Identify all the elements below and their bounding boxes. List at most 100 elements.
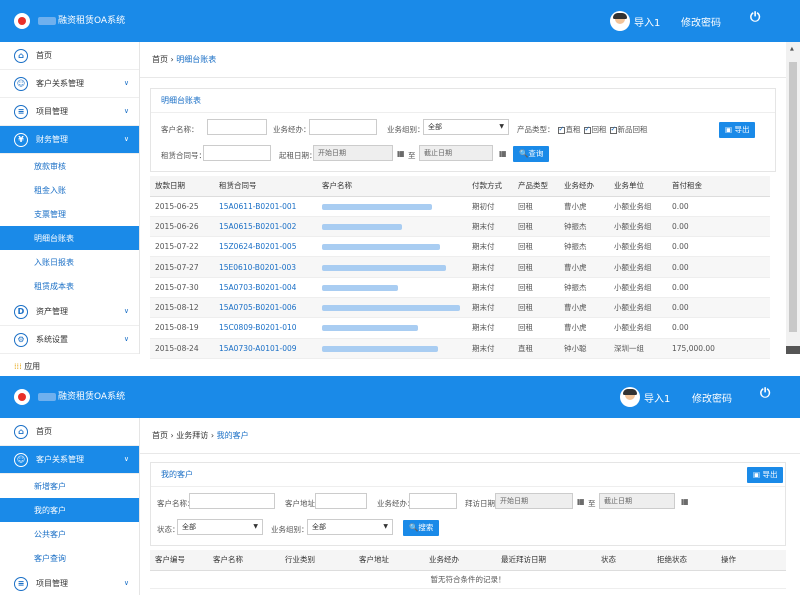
customer-name-cell [317,277,467,298]
address-input[interactable] [315,493,367,509]
contract-link[interactable]: 15C0809-B0201-010 [214,317,317,339]
start-date-input[interactable]: 开始日期 [495,493,573,509]
table-row[interactable]: 2015-06-25 15A0611-B0201-001 期初付 回租 曹小虎 小额业务组… [150,196,770,217]
scrollbar-thumb[interactable] [789,62,797,332]
table-cell: 回租 [513,297,559,319]
start-date-input[interactable]: 开始日期 [313,145,393,161]
sidebar-item-project[interactable]: ≡ 项目管理 ∨ [0,98,139,126]
sidebar-sub-loan-review[interactable]: 放款审核 [0,154,139,178]
change-password-link[interactable]: 修改密码 [681,14,721,29]
table-cell: 直租 [513,338,559,359]
sidebar-item-crm[interactable]: ☺ 客户关系管理 ∨ [0,70,139,98]
table-row[interactable]: 2015-07-30 15A0703-B0201-004 期末付 回租 钟振杰 小额业务组… [150,277,770,298]
loan-date-cell: 2015-06-26 [150,216,214,238]
table-row[interactable]: 2015-07-22 15Z0624-B0201-005 期末付 回租 钟振杰 小额业务组… [150,236,770,258]
table-cell: 钟振杰 [559,236,609,258]
customer-name-input[interactable] [207,119,267,135]
end-date-input[interactable]: 截止日期 [419,145,493,161]
my-customers-screen: 融资租赁OA系统 导入1 修改密码 ⏻ ⌂ 首页 ☺ 客户关系管理 ∨ 新增客户 我的… [0,376,800,595]
sidebar-sub-my-customers[interactable]: 我的客户 [0,498,139,522]
redacted-name [322,345,438,352]
sidebar-item-finance[interactable]: ¥ 财务管理 ∨ [0,126,139,154]
contract-no-input[interactable] [203,145,271,161]
scroll-up-icon[interactable]: ▲ [790,46,794,52]
chevron-down-icon: ▼ [253,523,258,530]
contract-link[interactable]: 15A0611-B0201-001 [214,196,317,217]
contract-link[interactable]: 15A0615-B0201-002 [214,216,317,238]
end-date-input[interactable]: 截止日期 [599,493,675,509]
redacted-name [322,284,398,291]
customer-name-cell [317,297,467,319]
sidebar-sub-ledger[interactable]: 明细台账表 [0,226,139,250]
table-row[interactable]: 2015-08-24 15A0730-A0101-009 期末付 直租 钟小聪 深圳一组 1… [150,338,770,359]
column-header: 客户名称 [208,550,280,571]
filter-card: 我的客户 ▣ 导出 客户名称： 客户地址： 业务经办： 拜访日期： 开始日期 ▦… [150,462,786,546]
contract-link[interactable]: 15E0610-B0201-003 [214,256,317,278]
breadcrumb-visit[interactable]: 业务拜访 [176,431,208,440]
customer-name-cell [317,216,467,238]
table-cell: 0.00 [667,256,770,278]
contract-link[interactable]: 15A0705-B0201-006 [214,297,317,319]
app-title: 融资租赁OA系统 [38,390,125,404]
breadcrumb-home[interactable]: 首页 [152,431,168,440]
checkbox-direct[interactable] [557,125,565,134]
search-button[interactable]: 🔍查询 [513,146,550,162]
calendar-icon[interactable]: ▦ [681,497,689,506]
user-avatar[interactable] [620,387,640,407]
power-icon[interactable]: ⏻ [750,10,760,25]
table-row[interactable]: 2015-06-26 15A0615-B0201-002 期末付 回租 钟振杰 小额业务组… [150,216,770,238]
group-select[interactable]: 全部 ▼ [307,519,393,535]
sidebar-item-crm[interactable]: ☺ 客户关系管理 ∨ [0,446,139,474]
manager-input[interactable] [309,119,377,135]
user-avatar[interactable] [610,11,630,31]
redacted-name [322,203,432,210]
sidebar-sub-cheque[interactable]: 支票管理 [0,202,139,226]
sidebar-sub-new-customer[interactable]: 新增客户 [0,474,139,498]
sidebar-item-home[interactable]: ⌂ 首页 [0,418,139,446]
customer-name-input[interactable] [189,493,275,509]
export-button[interactable]: ▣ 导出 [719,122,756,138]
column-header: 操作 [716,550,786,571]
table-row[interactable]: 2015-08-19 15C0809-B0201-010 期末付 回租 曹小虎 小额业务组… [150,317,770,339]
export-button[interactable]: ▣ 导出 [747,467,784,483]
checkbox-leaseback[interactable] [583,125,591,134]
group-select[interactable]: 全部 ▼ [423,119,509,135]
user-name[interactable]: 导入1 [634,14,660,29]
checkbox-new-leaseback[interactable] [609,125,617,134]
column-header: 最近拜访日期 [496,550,596,571]
table-cell: 回租 [513,256,559,278]
table-cell: 小额业务组 [609,196,667,217]
sidebar-sub-customer-query[interactable]: 客户查询 [0,546,139,570]
sidebar-sub-rent-entry[interactable]: 租金入账 [0,178,139,202]
contract-link[interactable]: 15A0703-B0201-004 [214,277,317,298]
sidebar-sub-public-customers[interactable]: 公共客户 [0,522,139,546]
scroll-down-button[interactable] [786,346,800,354]
sidebar-sub-lease-cost[interactable]: 租赁成本表 [0,274,139,298]
breadcrumb-home[interactable]: 首页 [152,55,168,64]
user-name[interactable]: 导入1 [644,390,670,405]
table-cell: 回租 [513,236,559,258]
change-password-link[interactable]: 修改密码 [692,390,732,405]
scrollbar[interactable]: ▲ [786,42,800,354]
table-row[interactable]: 2015-08-12 15A0705-B0201-006 期末付 回租 曹小虎 小额业务组… [150,297,770,319]
table-row[interactable]: 2015-07-27 15E0610-B0201-003 期末付 回租 曹小虎 小额业务组… [150,256,770,278]
calendar-icon[interactable]: ▦ [499,149,507,158]
manager-input[interactable] [409,493,457,509]
contract-link[interactable]: 15Z0624-B0201-005 [214,236,317,258]
power-icon[interactable]: ⏻ [760,386,770,401]
contract-link[interactable]: 15A0730-A0101-009 [214,338,317,359]
sidebar-item-project[interactable]: ≡ 项目管理 ∨ [0,570,139,595]
status-select[interactable]: 全部 ▼ [177,519,263,535]
calendar-icon[interactable]: ▦ [397,149,405,158]
users-icon: ☺ [14,76,28,91]
breadcrumb-current: 明细台账表 [176,55,217,64]
sidebar-item-home[interactable]: ⌂ 首页 [0,42,139,70]
calendar-icon[interactable]: ▦ [577,497,585,506]
sidebar-sub-daily-report[interactable]: 入账日报表 [0,250,139,274]
gear-icon: ⚙ [14,332,28,347]
table-cell: 钟振杰 [559,216,609,238]
sidebar-item-settings[interactable]: ⚙ 系统设置 ∨ [0,326,139,354]
apps-link[interactable]: ⁞⁞⁞ 应用 [14,361,40,372]
search-button[interactable]: 🔍搜索 [403,520,440,536]
sidebar-item-assets[interactable]: D 资产管理 ∨ [0,298,139,326]
